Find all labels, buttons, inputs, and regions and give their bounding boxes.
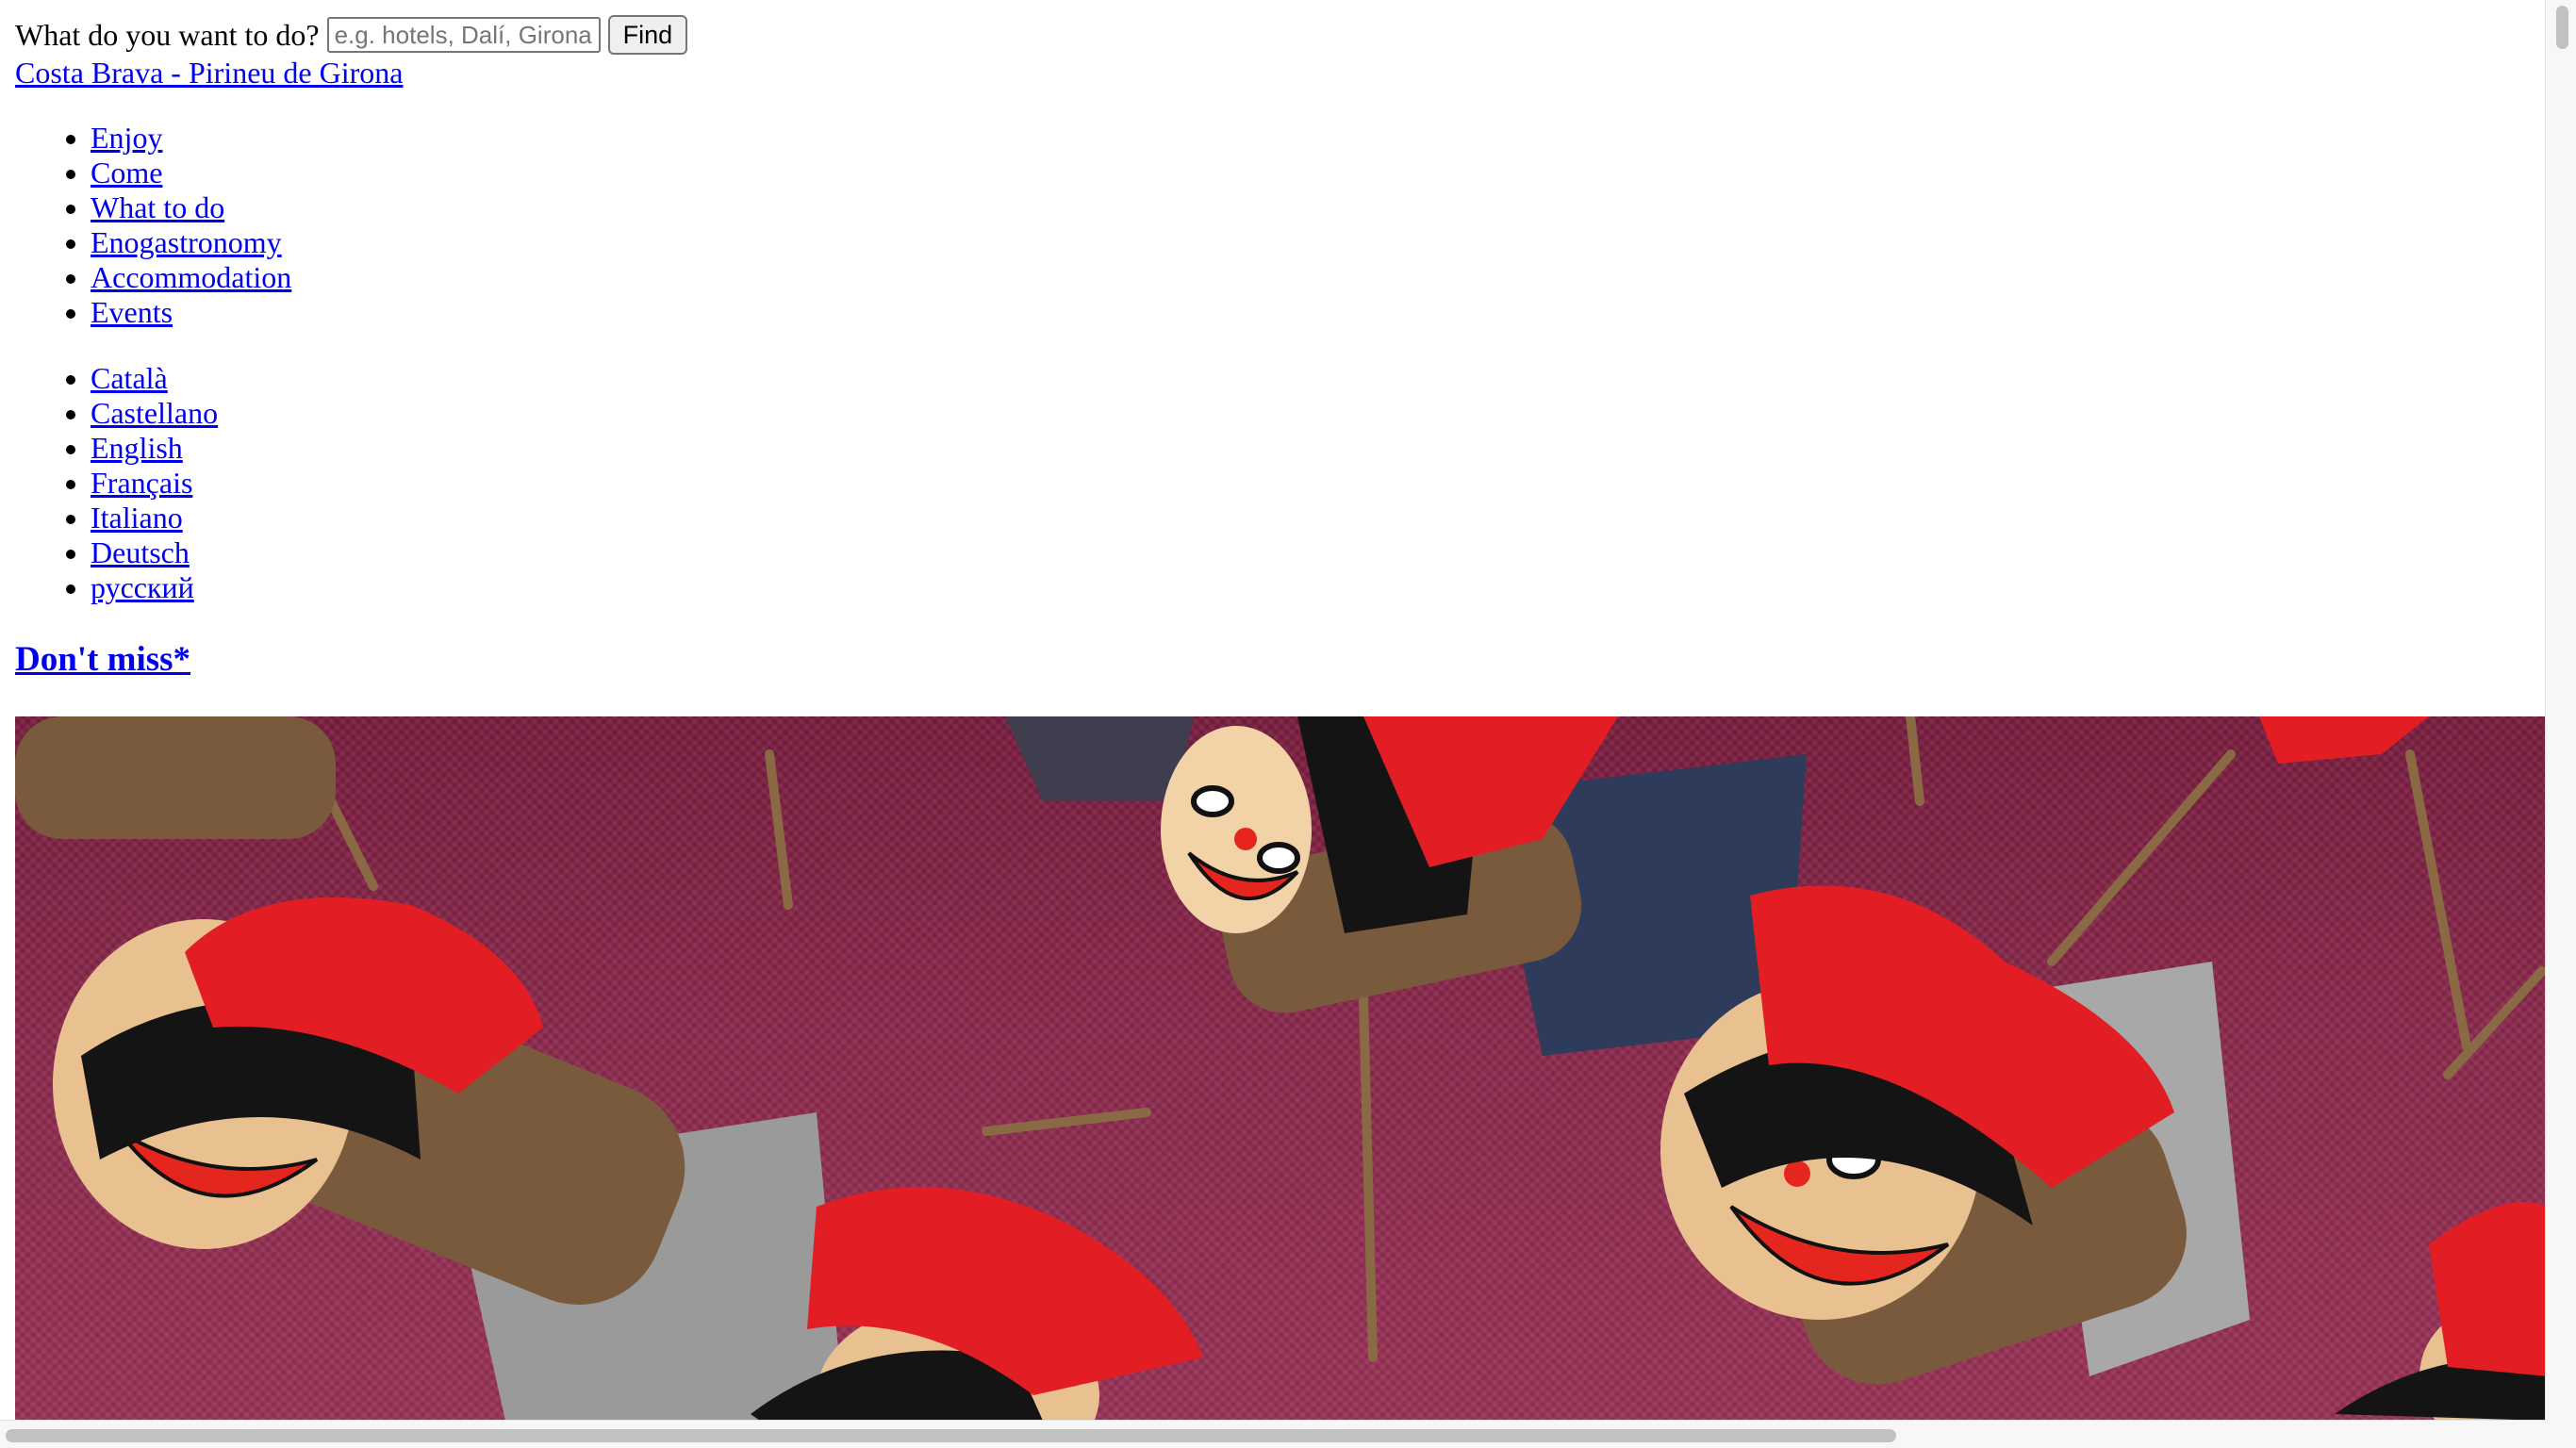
nav-item-accommodation: Accommodation — [91, 260, 291, 295]
lang-item-english: English — [91, 431, 218, 466]
search-form: What do you want to do? Find — [15, 15, 688, 55]
scrollbar-corner — [2546, 1421, 2576, 1448]
horizontal-scrollbar-thumb[interactable] — [6, 1429, 1896, 1442]
find-button[interactable]: Find — [607, 15, 688, 55]
lang-item-catala: Català — [91, 361, 218, 396]
lang-link-italiano[interactable]: Italiano — [91, 501, 183, 535]
lang-item-deutsch: Deutsch — [91, 535, 218, 570]
nav-link-come[interactable]: Come — [91, 156, 162, 189]
lang-link-francais[interactable]: Français — [91, 466, 192, 500]
lang-link-deutsch[interactable]: Deutsch — [91, 535, 190, 569]
lang-item-russian: русский — [91, 570, 218, 605]
lang-link-english[interactable]: English — [91, 431, 183, 465]
nav-item-what-to-do: What to do — [91, 190, 291, 225]
nav-item-enogastronomy: Enogastronomy — [91, 225, 291, 260]
nav-link-enogastronomy[interactable]: Enogastronomy — [91, 225, 282, 259]
main-navigation: Enjoy Come What to do Enogastronomy Acco… — [15, 121, 291, 330]
vertical-scrollbar-thumb[interactable] — [2556, 6, 2568, 49]
vertical-scrollbar[interactable] — [2545, 0, 2576, 1421]
nav-link-events[interactable]: Events — [91, 295, 173, 329]
caga-tio-figures-illustration — [15, 716, 2548, 1421]
featured-image[interactable] — [15, 716, 2548, 1421]
lang-item-castellano: Castellano — [91, 396, 218, 431]
search-input[interactable] — [326, 17, 601, 53]
search-label: What do you want to do? — [15, 17, 320, 52]
lang-link-russian[interactable]: русский — [91, 570, 194, 604]
lang-item-francais: Français — [91, 466, 218, 501]
language-selector: Català Castellano English Français Itali… — [15, 361, 218, 605]
nav-item-enjoy: Enjoy — [91, 121, 291, 156]
lang-link-catala[interactable]: Català — [91, 361, 168, 395]
site-home-link[interactable]: Costa Brava - Pirineu de Girona — [15, 55, 403, 90]
lang-link-castellano[interactable]: Castellano — [91, 396, 218, 430]
nav-link-accommodation[interactable]: Accommodation — [91, 260, 291, 294]
dont-miss-link[interactable]: Don't miss* — [15, 640, 190, 679]
nav-item-come: Come — [91, 156, 291, 190]
nav-item-events: Events — [91, 295, 291, 330]
horizontal-scrollbar[interactable] — [0, 1420, 2546, 1448]
lang-item-italiano: Italiano — [91, 501, 218, 535]
nav-link-what-to-do[interactable]: What to do — [91, 190, 224, 224]
dont-miss-heading: Don't miss* — [15, 639, 190, 681]
nav-link-enjoy[interactable]: Enjoy — [91, 121, 162, 155]
